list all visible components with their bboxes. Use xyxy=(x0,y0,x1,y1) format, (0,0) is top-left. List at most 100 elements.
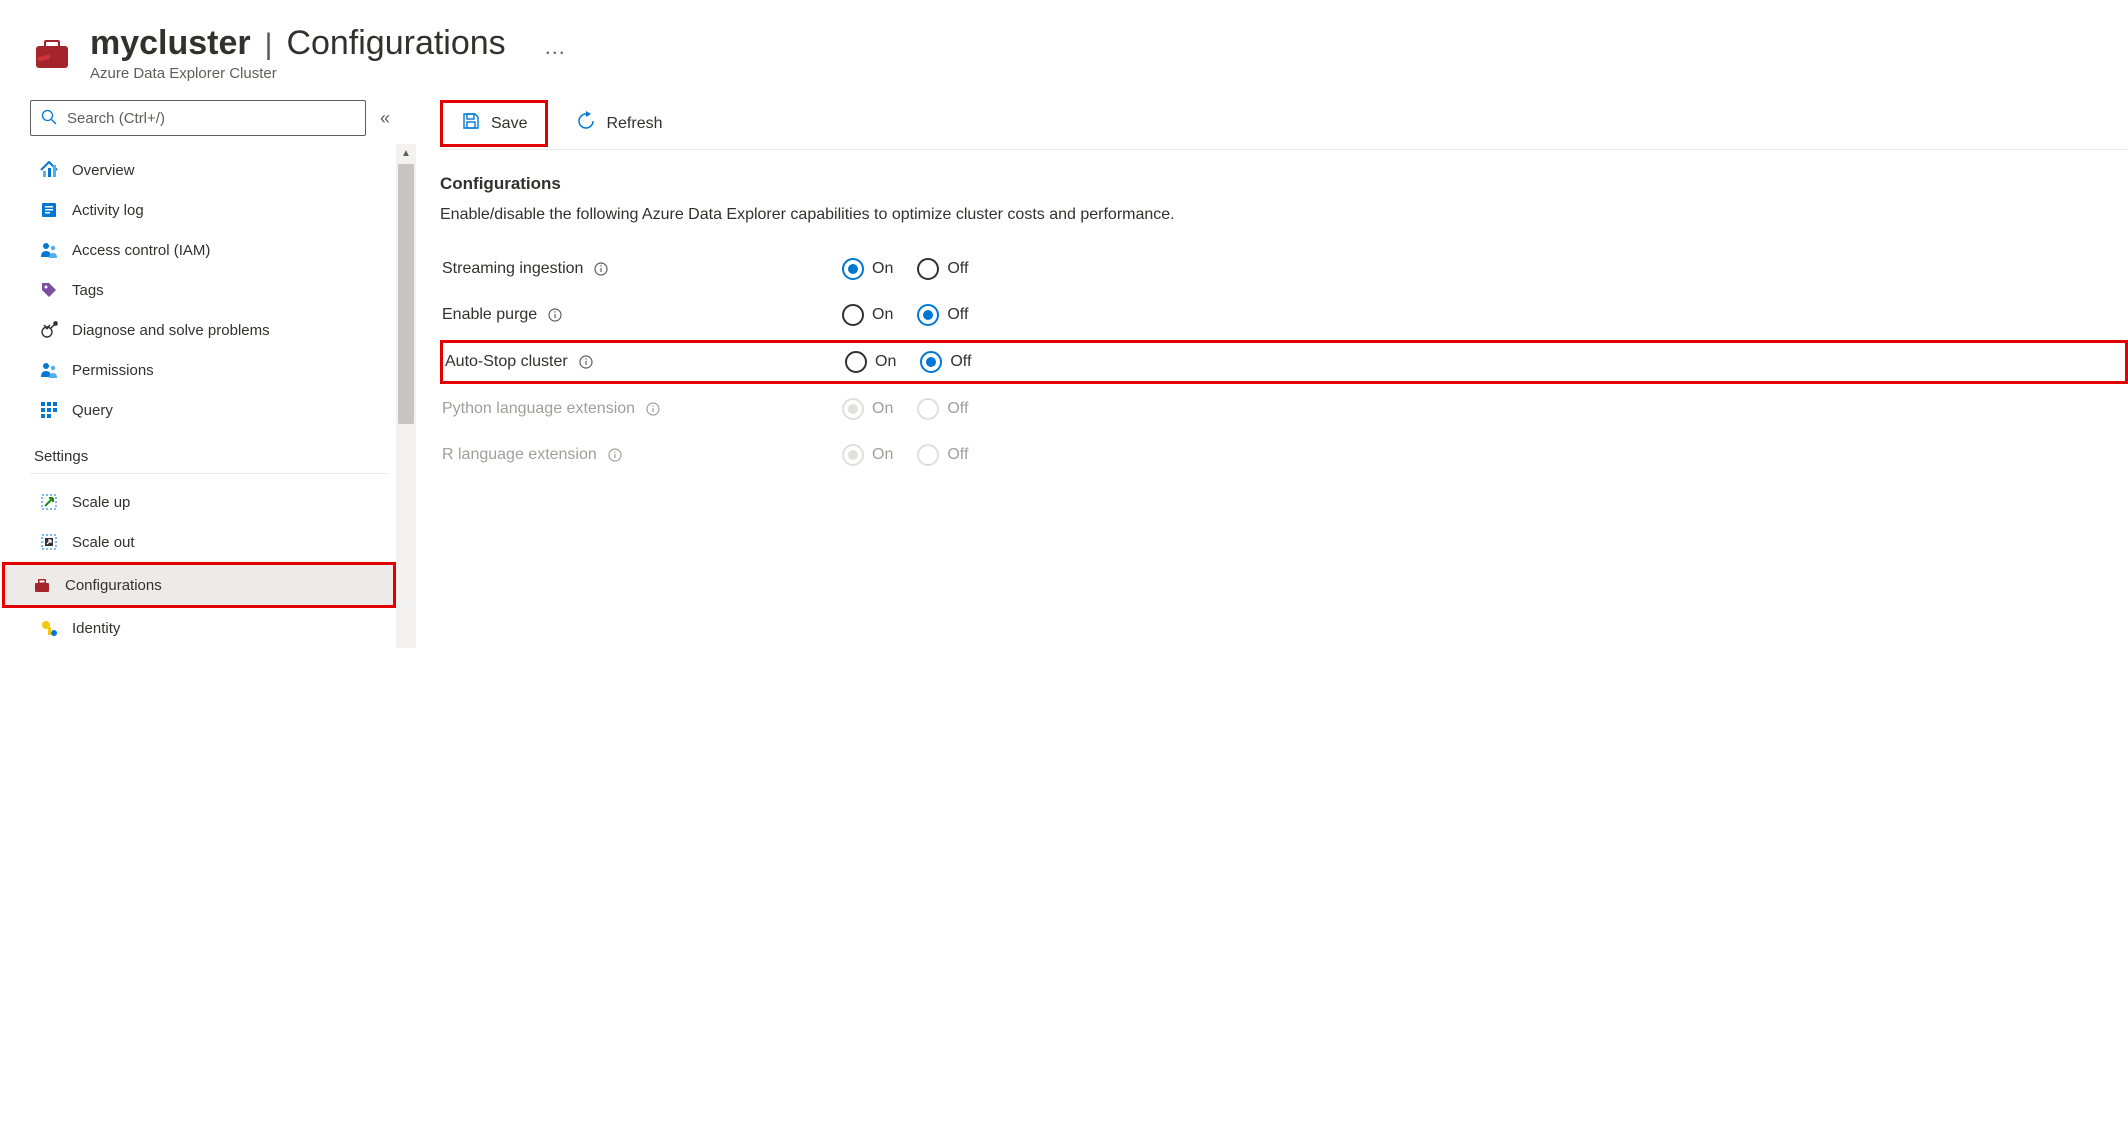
nav-settings-list: Scale up Scale out Configurations xyxy=(30,476,396,648)
sidebar-item-label: Configurations xyxy=(65,577,162,594)
permissions-icon xyxy=(40,361,58,379)
radio-group: On Off xyxy=(842,304,968,326)
sidebar-item-label: Diagnose and solve problems xyxy=(72,322,270,339)
resource-title: mycluster xyxy=(90,24,251,63)
sidebar-item-scale-out[interactable]: Scale out xyxy=(30,522,396,562)
refresh-button[interactable]: Refresh xyxy=(562,101,676,146)
configurations-icon xyxy=(33,576,51,594)
radio-indicator xyxy=(842,304,864,326)
radio-label-off: Off xyxy=(947,446,968,464)
radio-group: On Off xyxy=(842,398,968,420)
search-icon xyxy=(41,109,57,128)
radio-indicator xyxy=(842,258,864,280)
sidebar-item-label: Identity xyxy=(72,620,120,637)
config-label: Python language extension xyxy=(442,400,635,418)
config-label: R language extension xyxy=(442,446,597,464)
info-icon[interactable] xyxy=(593,261,609,277)
radio-indicator xyxy=(842,398,864,420)
info-icon[interactable] xyxy=(645,401,661,417)
radio-on: On xyxy=(842,444,893,466)
sidebar: « ▲ Overview xyxy=(0,100,396,648)
sidebar-item-permissions[interactable]: Permissions xyxy=(30,350,396,390)
radio-group: On Off xyxy=(842,444,968,466)
radio-off[interactable]: Off xyxy=(917,304,968,326)
sidebar-item-tags[interactable]: Tags xyxy=(30,270,396,310)
radio-on[interactable]: On xyxy=(842,258,893,280)
radio-label-on: On xyxy=(875,353,896,371)
page-header: mycluster | Configurations … Azure Data … xyxy=(0,12,2128,100)
info-icon[interactable] xyxy=(578,354,594,370)
scrollbar-thumb[interactable] xyxy=(398,164,414,424)
sidebar-scrollbar[interactable]: ▲ xyxy=(396,144,416,648)
radio-group: On Off xyxy=(842,258,968,280)
nav-section-settings: Settings xyxy=(30,430,388,474)
radio-indicator xyxy=(917,398,939,420)
main-content: Save Refresh Configurations Enable/disab… xyxy=(396,100,2128,648)
radio-off: Off xyxy=(917,398,968,420)
radio-label-off: Off xyxy=(947,260,968,278)
config-row-auto-stop: Auto-Stop cluster On Off xyxy=(440,340,2128,384)
activity-log-icon xyxy=(40,201,58,219)
radio-indicator xyxy=(845,351,867,373)
nav-main-list: Overview Activity log Access control (IA… xyxy=(30,144,396,430)
save-button[interactable]: Save xyxy=(440,100,548,147)
scroll-up-icon[interactable]: ▲ xyxy=(396,144,416,162)
sidebar-item-label: Tags xyxy=(72,282,104,299)
config-label: Enable purge xyxy=(442,306,537,324)
sidebar-item-scale-up[interactable]: Scale up xyxy=(30,482,396,522)
sidebar-item-label: Permissions xyxy=(72,362,154,379)
sidebar-item-label: Query xyxy=(72,402,113,419)
radio-on[interactable]: On xyxy=(842,304,893,326)
search-input-wrapper[interactable] xyxy=(30,100,366,136)
resource-type-label: Azure Data Explorer Cluster xyxy=(90,65,566,82)
radio-label-off: Off xyxy=(950,353,971,371)
content-description: Enable/disable the following Azure Data … xyxy=(440,206,2128,224)
more-actions-button[interactable]: … xyxy=(544,36,566,58)
radio-off[interactable]: Off xyxy=(920,351,971,373)
config-row-streaming-ingestion: Streaming ingestion On Off xyxy=(440,246,2128,292)
sidebar-item-label: Activity log xyxy=(72,202,144,219)
overview-icon xyxy=(40,161,58,179)
sidebar-item-label: Scale up xyxy=(72,494,130,511)
radio-label-off: Off xyxy=(947,400,968,418)
sidebar-item-label: Scale out xyxy=(72,534,135,551)
sidebar-item-identity[interactable]: Identity xyxy=(30,608,396,648)
radio-label-on: On xyxy=(872,306,893,324)
toolbar: Save Refresh xyxy=(440,100,2128,150)
sidebar-item-access-control[interactable]: Access control (IAM) xyxy=(30,230,396,270)
sidebar-item-label: Access control (IAM) xyxy=(72,242,210,259)
search-input[interactable] xyxy=(67,110,355,127)
identity-icon xyxy=(40,619,58,637)
title-separator: | xyxy=(265,28,273,62)
save-button-label: Save xyxy=(491,115,527,133)
radio-on[interactable]: On xyxy=(845,351,896,373)
save-icon xyxy=(461,111,481,136)
sidebar-item-overview[interactable]: Overview xyxy=(30,150,396,190)
radio-on: On xyxy=(842,398,893,420)
sidebar-item-activity-log[interactable]: Activity log xyxy=(30,190,396,230)
config-row-python-ext: Python language extension On Off xyxy=(440,386,2128,432)
radio-off[interactable]: Off xyxy=(917,258,968,280)
radio-indicator xyxy=(917,444,939,466)
sidebar-item-query[interactable]: Query xyxy=(30,390,396,430)
config-label: Streaming ingestion xyxy=(442,260,583,278)
sidebar-item-diagnose[interactable]: Diagnose and solve problems xyxy=(30,310,396,350)
sidebar-item-configurations[interactable]: Configurations xyxy=(2,562,396,608)
tags-icon xyxy=(40,281,58,299)
radio-indicator xyxy=(920,351,942,373)
refresh-icon xyxy=(576,111,596,136)
sidebar-collapse-button[interactable]: « xyxy=(374,102,396,135)
config-row-r-ext: R language extension On Off xyxy=(440,432,2128,478)
page-title: Configurations xyxy=(286,24,505,63)
scale-up-icon xyxy=(40,493,58,511)
radio-label-on: On xyxy=(872,260,893,278)
radio-label-on: On xyxy=(872,446,893,464)
config-label: Auto-Stop cluster xyxy=(445,353,568,371)
access-control-icon xyxy=(40,241,58,259)
info-icon[interactable] xyxy=(607,447,623,463)
query-icon xyxy=(40,401,58,419)
sidebar-item-label: Overview xyxy=(72,162,135,179)
content-title: Configurations xyxy=(440,174,2128,194)
info-icon[interactable] xyxy=(547,307,563,323)
radio-indicator xyxy=(842,444,864,466)
